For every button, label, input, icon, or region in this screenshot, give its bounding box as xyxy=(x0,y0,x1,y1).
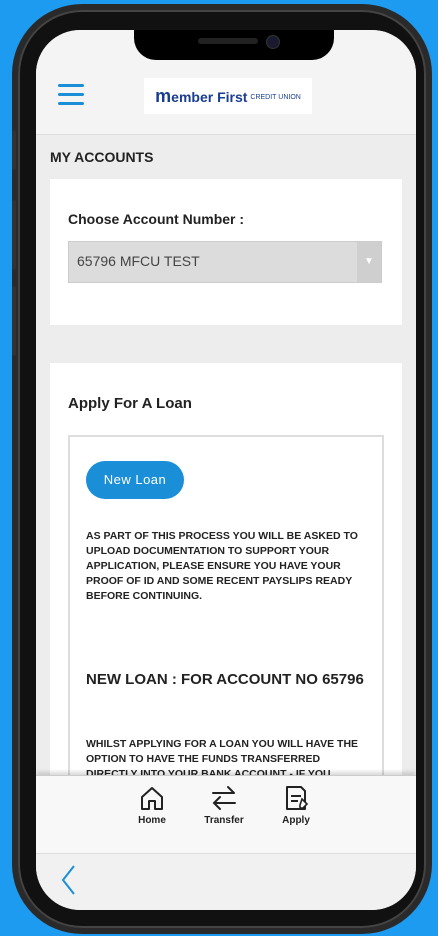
back-chevron-icon[interactable] xyxy=(60,864,78,896)
loan-title: Apply For A Loan xyxy=(68,395,192,412)
mute-switch xyxy=(12,130,16,170)
front-camera xyxy=(266,35,280,49)
tab-home[interactable]: Home xyxy=(122,784,182,826)
chevron-down-icon: ▼ xyxy=(357,242,381,282)
loan-notice: AS PART OF THIS PROCESS YOU WILL BE ASKE… xyxy=(86,530,358,602)
volume-up-button xyxy=(12,200,16,270)
logo-text: member First xyxy=(155,85,248,106)
tab-transfer-label: Transfer xyxy=(204,815,244,826)
loan-panel: New Loan AS PART OF THIS PROCESS YOU WIL… xyxy=(68,435,384,799)
notch xyxy=(134,30,334,60)
loan-card: Apply For A Loan New Loan AS PART OF THI… xyxy=(50,363,402,799)
volume-down-button xyxy=(12,286,16,356)
main-content: MY ACCOUNTS Choose Account Number : 6579… xyxy=(36,135,416,799)
account-select[interactable]: 65796 MFCU TEST ▼ xyxy=(68,241,382,283)
page-title: MY ACCOUNTS xyxy=(50,149,154,165)
apply-icon xyxy=(286,786,309,810)
tab-bar: Home Transfer Apply xyxy=(36,775,416,854)
home-icon xyxy=(141,787,163,810)
account-select-value: 65796 MFCU TEST xyxy=(77,253,200,269)
logo-subtext: CREDIT UNION xyxy=(250,94,301,101)
screen: member First CREDIT UNION MY ACCOUNTS Ch… xyxy=(36,30,416,910)
transfer-icon xyxy=(212,786,236,810)
loan-heading: NEW LOAN : FOR ACCOUNT NO 65796 xyxy=(86,671,364,688)
tab-apply-label: Apply xyxy=(282,815,310,826)
account-card: Choose Account Number : 65796 MFCU TEST … xyxy=(50,179,402,325)
tab-home-label: Home xyxy=(138,815,166,826)
brand-logo: member First CREDIT UNION xyxy=(144,78,312,114)
new-loan-button[interactable]: New Loan xyxy=(86,461,184,499)
speaker xyxy=(198,38,258,44)
tab-apply[interactable]: Apply xyxy=(266,784,326,826)
account-label: Choose Account Number : xyxy=(68,211,245,227)
tab-transfer[interactable]: Transfer xyxy=(194,784,254,826)
menu-icon[interactable] xyxy=(58,84,84,106)
browser-bar xyxy=(36,853,416,910)
